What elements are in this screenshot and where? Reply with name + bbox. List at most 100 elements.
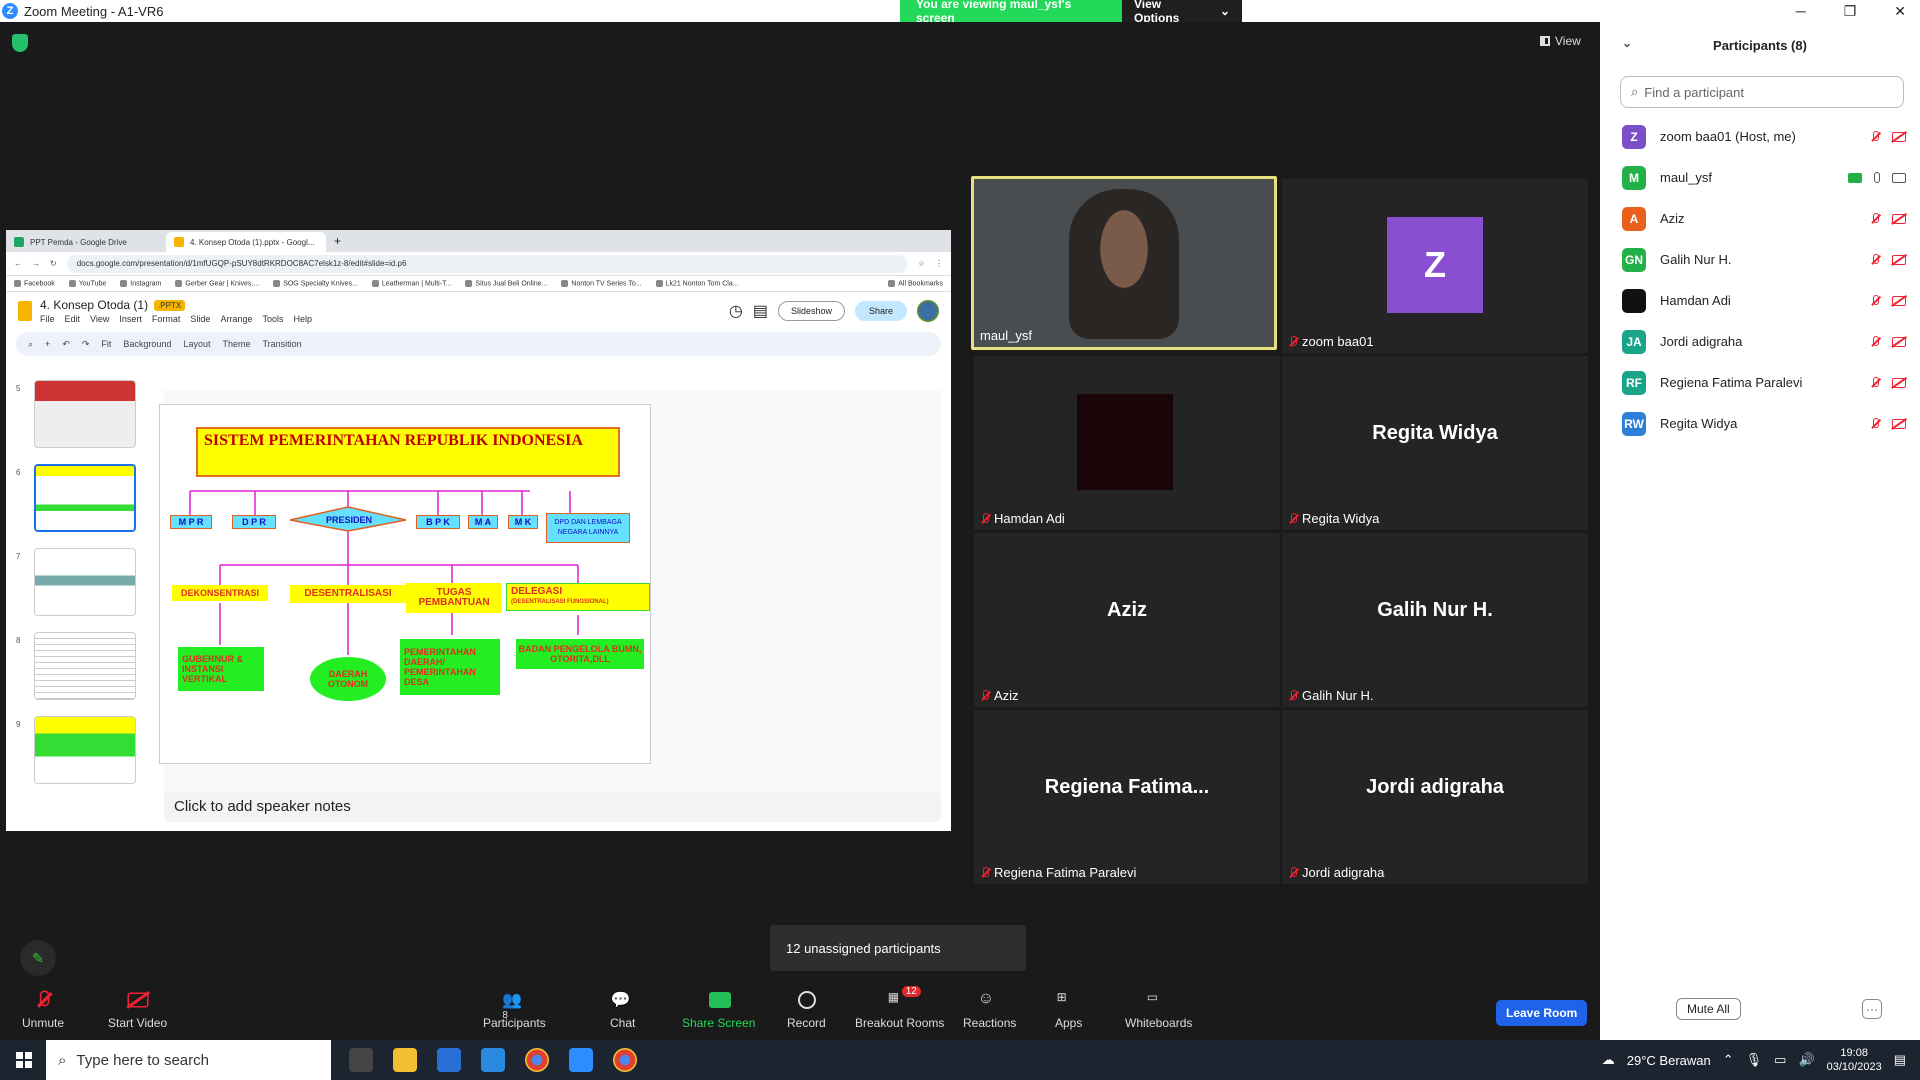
whiteboards-button[interactable]: ▭ Whiteboards	[1125, 990, 1192, 1030]
theme-button[interactable]: Theme	[222, 339, 250, 349]
participant-row[interactable]: Hamdan Adi	[1600, 280, 1920, 321]
volume-icon[interactable]: 🔊	[1798, 1052, 1814, 1068]
undo-icon[interactable]: ↶	[62, 339, 70, 350]
thumb-slide[interactable]: 7	[16, 548, 146, 624]
apps-button[interactable]: ⊞ Apps	[1055, 990, 1082, 1030]
video-tile-maul[interactable]: maul_ysf	[971, 176, 1277, 350]
windows-start-icon[interactable]	[16, 1052, 32, 1068]
leave-room-button[interactable]: Leave Room	[1496, 1000, 1588, 1026]
store-icon[interactable]	[437, 1048, 461, 1072]
video-tile-hamdan[interactable]: Hamdan Adi	[974, 356, 1280, 530]
view-button[interactable]: View	[1540, 34, 1581, 48]
url-field[interactable]: docs.google.com/presentation/d/1mfUGQP-p…	[66, 254, 908, 273]
unmute-button[interactable]: Unmute	[22, 990, 64, 1030]
chrome-icon[interactable]	[525, 1048, 549, 1072]
menu-icon[interactable]: ⋮	[935, 259, 943, 268]
menu-edit[interactable]: Edit	[65, 314, 81, 324]
more-options-button[interactable]: ···	[1862, 999, 1882, 1019]
weather-icon[interactable]: ☁	[1602, 1052, 1615, 1068]
pencil-icon[interactable]: ✎	[20, 940, 56, 976]
menu-help[interactable]: Help	[293, 314, 312, 324]
menu-format[interactable]: Format	[152, 314, 181, 324]
participant-row[interactable]: RW Regita Widya	[1600, 403, 1920, 444]
participant-row[interactable]: Mmaul_ysf	[1600, 157, 1920, 198]
browser-tab-active[interactable]: 4. Konsep Otoda (1).pptx - Googl...	[166, 232, 326, 252]
participant-row[interactable]: RF Regiena Fatima Paralevi	[1600, 362, 1920, 403]
video-tile-regita[interactable]: Regita Widya Regita Widya	[1282, 356, 1588, 530]
star-icon[interactable]: ☆	[918, 259, 925, 268]
participants-button[interactable]: 👥8 Participants	[483, 990, 546, 1030]
thumb-slide-selected[interactable]: 6	[16, 464, 146, 540]
bookmark[interactable]: Nonton TV Series To...	[561, 280, 641, 287]
minimize-button[interactable]: ─	[1796, 3, 1806, 19]
bookmark[interactable]: YouTube	[69, 280, 107, 287]
taskbar-search[interactable]: ⌕ Type here to search	[46, 1040, 331, 1080]
forward-icon[interactable]: →	[32, 259, 40, 268]
bookmark[interactable]: Instagram	[120, 280, 161, 287]
share-button[interactable]: Share	[854, 301, 907, 321]
bookmark[interactable]: Lk21 Nonton Tom Cla...	[656, 280, 739, 287]
bookmark[interactable]: Facebook	[14, 280, 55, 287]
video-tile-jordi[interactable]: Jordi adigraha Jordi adigraha	[1282, 710, 1588, 884]
background-button[interactable]: Background	[123, 339, 171, 349]
current-slide[interactable]: SISTEM PEMERINTAHAN REPUBLIK INDONESIA M…	[159, 404, 651, 764]
menu-slide[interactable]: Slide	[190, 314, 210, 324]
record-button[interactable]: Record	[787, 990, 826, 1030]
participant-search[interactable]: ⌕ Find a participant	[1620, 76, 1904, 108]
bookmark[interactable]: Leatherman | Multi-T...	[372, 280, 452, 287]
avatar[interactable]	[917, 300, 939, 322]
unassigned-tooltip[interactable]: 12 unassigned participants	[770, 925, 1026, 971]
network-icon[interactable]: ▭	[1774, 1052, 1786, 1068]
view-options-button[interactable]: View Options ⌄	[1122, 0, 1242, 25]
breakout-rooms-button[interactable]: ▦ 12 Breakout Rooms	[855, 986, 944, 1030]
weather-text[interactable]: 29°C Berawan	[1627, 1053, 1711, 1068]
task-view-icon[interactable]	[349, 1048, 373, 1072]
close-button[interactable]: ✕	[1894, 3, 1906, 20]
zoom-taskbar-icon[interactable]	[569, 1048, 593, 1072]
menu-view[interactable]: View	[90, 314, 109, 324]
browser-tab[interactable]: PPT Pemda - Google Drive	[6, 232, 166, 252]
chat-button[interactable]: 💬 Chat	[610, 990, 635, 1030]
zoom-select[interactable]: Fit	[101, 339, 111, 349]
start-video-button[interactable]: Start Video	[108, 990, 167, 1030]
history-icon[interactable]: ◷	[729, 301, 743, 321]
mail-icon[interactable]	[481, 1048, 505, 1072]
redo-icon[interactable]: ↷	[82, 339, 90, 350]
new-tab-icon[interactable]: +	[326, 234, 349, 252]
clock[interactable]: 19:08 03/10/2023	[1827, 1046, 1882, 1074]
add-icon[interactable]: +	[45, 339, 50, 349]
participant-row[interactable]: A Aziz	[1600, 198, 1920, 239]
mute-all-button[interactable]: Mute All	[1676, 998, 1741, 1020]
all-bookmarks[interactable]: All Bookmarks	[888, 280, 943, 287]
share-screen-button[interactable]: Share Screen	[682, 990, 755, 1030]
notifications-icon[interactable]: ▤	[1894, 1052, 1906, 1068]
participant-row[interactable]: Zzoom baa01 (Host, me)	[1600, 116, 1920, 157]
security-shield-icon[interactable]	[12, 34, 28, 52]
menu-insert[interactable]: Insert	[119, 314, 142, 324]
chevron-down-icon[interactable]: ⌄	[1622, 36, 1632, 50]
mic-icon[interactable]: 🎙	[1746, 1052, 1763, 1068]
transition-button[interactable]: Transition	[263, 339, 302, 349]
file-name[interactable]: 4. Konsep Otoda (1)	[40, 298, 148, 312]
bookmark[interactable]: Gerber Gear | Knives,...	[175, 280, 259, 287]
bookmark[interactable]: SOG Specialty Knives...	[273, 280, 358, 287]
reactions-button[interactable]: ☺ Reactions	[963, 990, 1016, 1030]
chevron-up-icon[interactable]: ⌃	[1723, 1052, 1734, 1068]
participant-row[interactable]: JA Jordi adigraha	[1600, 321, 1920, 362]
thumb-slide[interactable]: 8	[16, 632, 146, 708]
menu-arrange[interactable]: Arrange	[220, 314, 252, 324]
reload-icon[interactable]: ↻	[50, 259, 57, 268]
menu-file[interactable]: File	[40, 314, 55, 324]
video-tile-galih[interactable]: Galih Nur H. Galih Nur H.	[1282, 533, 1588, 707]
thumb-slide[interactable]: 9	[16, 716, 146, 792]
layout-button[interactable]: Layout	[183, 339, 210, 349]
back-icon[interactable]: ←	[14, 259, 22, 268]
participant-row[interactable]: GN Galih Nur H.	[1600, 239, 1920, 280]
video-tile-regiena[interactable]: Regiena Fatima... Regiena Fatima Paralev…	[974, 710, 1280, 884]
speaker-notes[interactable]: Click to add speaker notes	[164, 792, 941, 822]
slideshow-button[interactable]: Slideshow	[777, 301, 845, 321]
bookmark[interactable]: Situs Jual Beli Online...	[465, 280, 547, 287]
search-icon[interactable]: ⌕	[28, 339, 33, 350]
thumb-slide[interactable]: 5	[16, 380, 146, 456]
video-tile-aziz[interactable]: Aziz Aziz	[974, 533, 1280, 707]
